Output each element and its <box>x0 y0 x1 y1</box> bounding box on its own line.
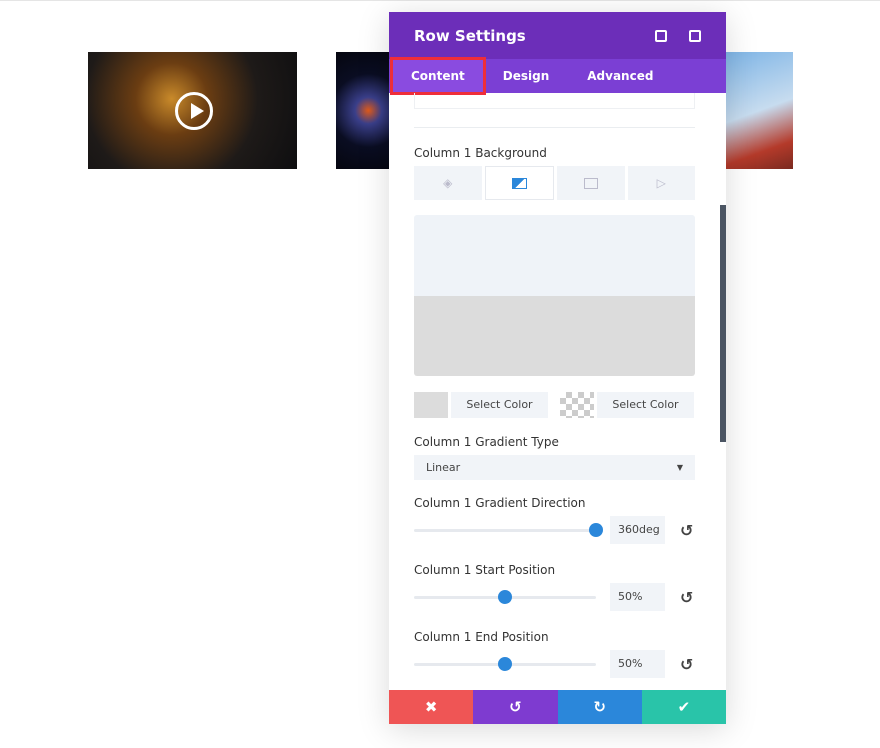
panel-footer: ✖ ↺ ↻ ✔ <box>389 690 726 724</box>
color-fill-icon[interactable]: ◈ <box>414 166 482 200</box>
tab-design[interactable]: Design <box>484 59 569 93</box>
background-label: Column 1 Background <box>414 146 547 160</box>
end-slider[interactable] <box>414 656 596 671</box>
gradient-type-value: Linear <box>426 461 461 474</box>
slider-handle[interactable] <box>498 656 512 671</box>
video-thumbnail[interactable] <box>88 52 297 169</box>
save-button[interactable]: ✔ <box>641 690 726 724</box>
start-slider[interactable] <box>414 589 596 604</box>
color2-swatch[interactable] <box>560 392 594 418</box>
fullscreen-icon[interactable] <box>655 29 667 42</box>
select-color-1-button[interactable]: Select Color <box>451 392 548 418</box>
ferris-wheel-image <box>726 52 793 169</box>
color1-swatch[interactable] <box>414 392 448 418</box>
sidebar-layout-icon[interactable] <box>689 29 701 42</box>
redo-button[interactable]: ↻ <box>557 690 642 724</box>
start-input[interactable]: 50% <box>610 583 665 611</box>
row-settings-panel: Row Settings Content Design Advanced Col… <box>389 12 726 724</box>
previous-field <box>414 93 695 109</box>
direction-label: Column 1 Gradient Direction <box>414 496 586 510</box>
undo-button[interactable]: ↺ <box>473 690 558 724</box>
top-divider <box>0 0 880 1</box>
panel-header: Row Settings <box>389 12 726 59</box>
gradient-icon[interactable] <box>484 166 554 200</box>
divider <box>414 127 695 128</box>
panel-title: Row Settings <box>414 26 526 45</box>
direction-slider[interactable] <box>414 522 603 537</box>
video-icon[interactable]: ▷ <box>627 166 695 200</box>
tab-content[interactable]: Content <box>390 57 486 95</box>
slider-handle[interactable] <box>589 522 603 537</box>
gradient-type-select[interactable]: Linear ▼ <box>414 455 695 480</box>
image-icon[interactable] <box>557 166 625 200</box>
select-color-2-button[interactable]: Select Color <box>597 392 694 418</box>
reset-icon[interactable]: ↺ <box>680 521 693 540</box>
gradient-preview <box>414 215 695 376</box>
start-label: Column 1 Start Position <box>414 563 556 577</box>
end-input[interactable]: 50% <box>610 650 665 678</box>
reset-icon[interactable]: ↺ <box>680 655 693 674</box>
panel-tabs: Content Design Advanced <box>389 57 726 95</box>
fireworks-image <box>336 52 390 169</box>
reset-icon[interactable]: ↺ <box>680 588 693 607</box>
scrollbar[interactable] <box>720 205 726 442</box>
gradient-start-half <box>414 215 695 296</box>
settings-body: Column 1 Background ◈ ▷ Select Color Sel… <box>389 93 726 690</box>
gradient-end-half <box>414 295 695 376</box>
cancel-button[interactable]: ✖ <box>389 690 474 724</box>
gradient-type-label: Column 1 Gradient Type <box>414 435 559 449</box>
tab-advanced[interactable]: Advanced <box>568 59 672 93</box>
end-label: Column 1 End Position <box>414 630 549 644</box>
dropdown-arrow-icon: ▼ <box>676 463 683 472</box>
play-icon[interactable] <box>175 92 213 130</box>
direction-input[interactable]: 360deg <box>610 516 665 544</box>
slider-handle[interactable] <box>498 589 512 604</box>
